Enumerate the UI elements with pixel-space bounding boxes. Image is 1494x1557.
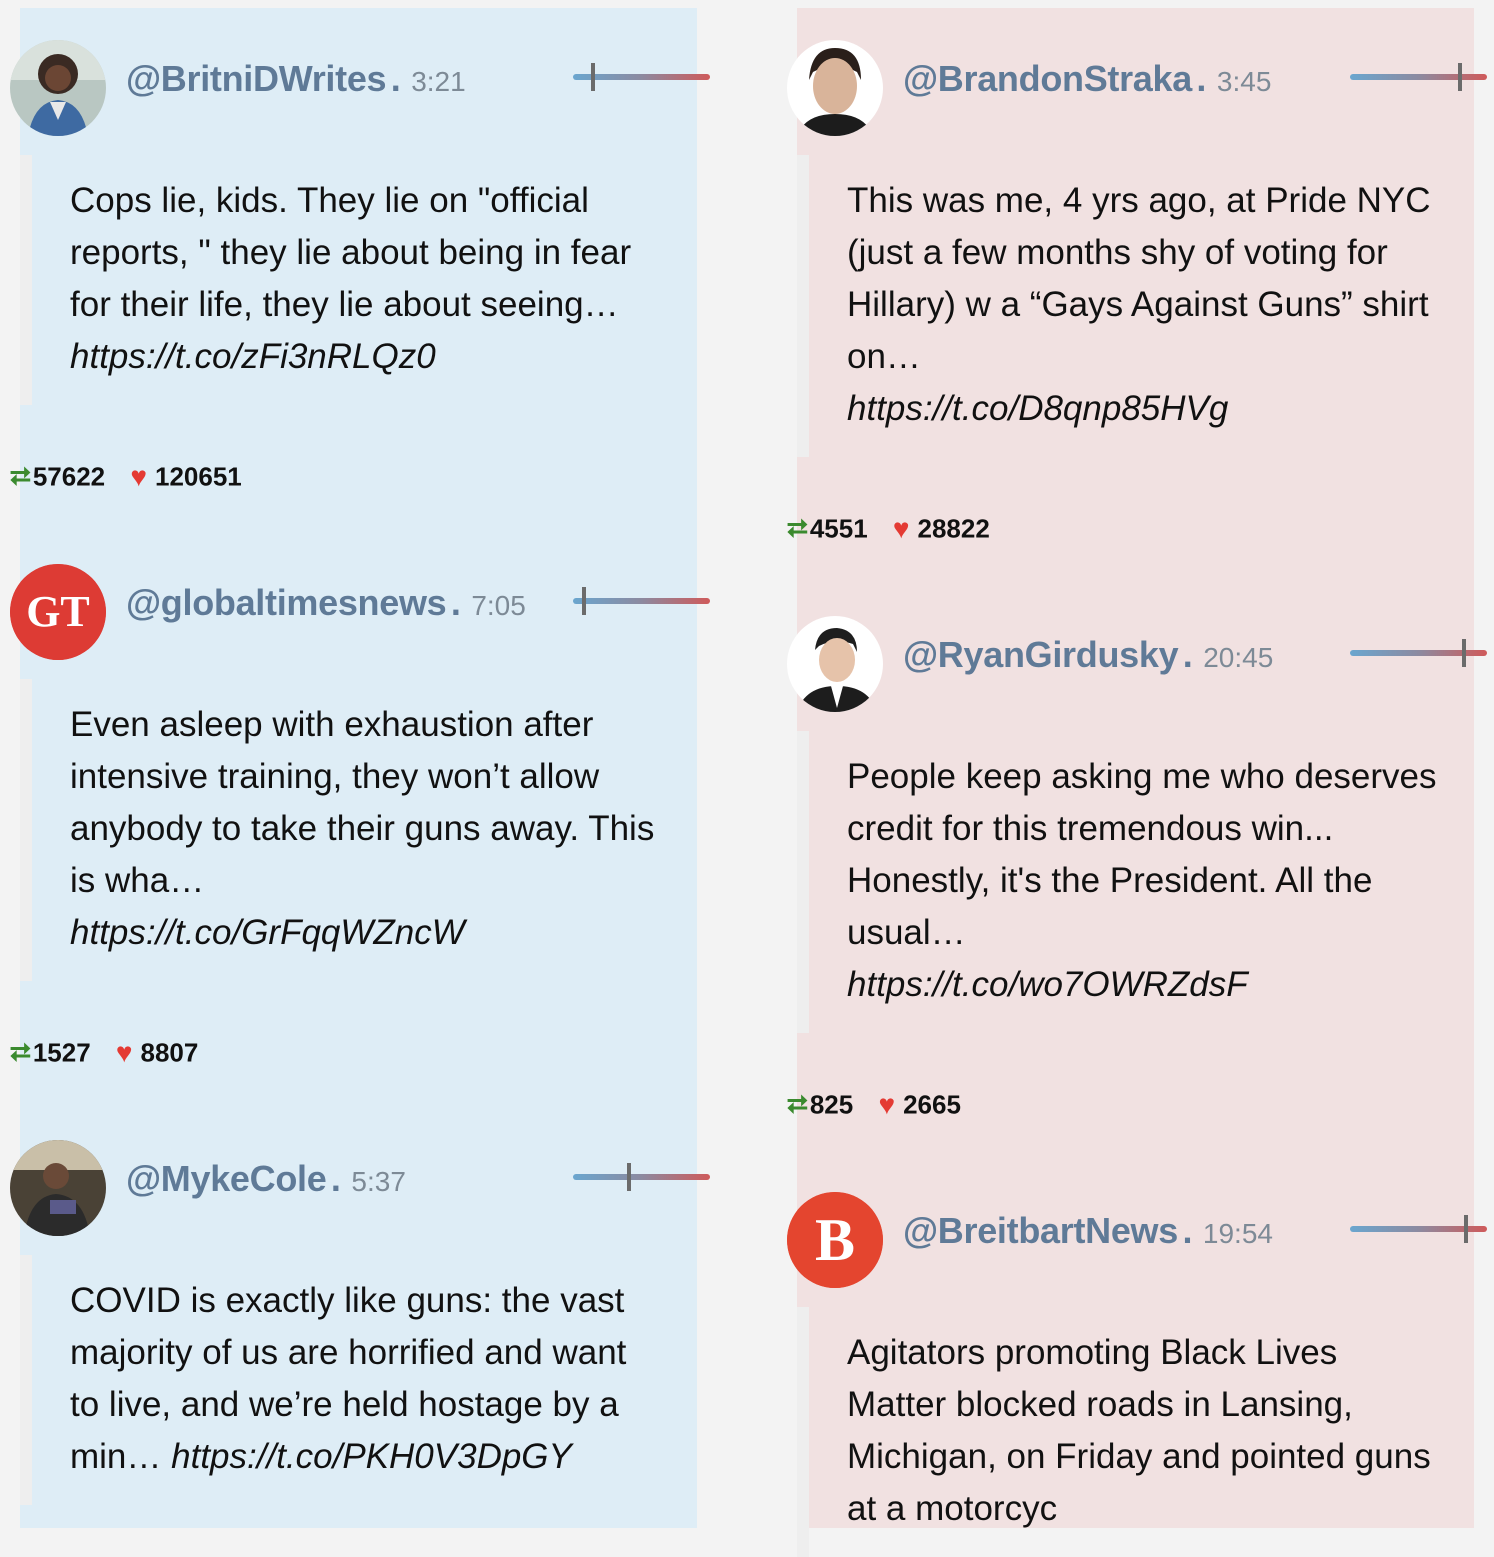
user-handle[interactable]: @BritniDWrites xyxy=(126,58,387,99)
tweet-text-block: This was me, 4 yrs ago, at Pride NYC (ju… xyxy=(797,155,1437,457)
separator-dot: . xyxy=(1182,634,1193,675)
tweet-text: Cops lie, kids. They lie on "official re… xyxy=(70,181,632,324)
tweet-time: 5:37 xyxy=(351,1166,406,1197)
retweet-count: 4551 xyxy=(809,513,868,544)
lean-marker xyxy=(1458,63,1462,91)
tweet-time: 3:45 xyxy=(1216,66,1272,97)
avatar[interactable] xyxy=(787,40,883,136)
heart-icon[interactable]: ♥ xyxy=(116,1037,133,1068)
tweet-link[interactable]: https://t.co/GrFqqWZncW xyxy=(70,913,465,952)
retweet-count: 57622 xyxy=(32,461,106,492)
tweet-text-block: Cops lie, kids. They lie on "official re… xyxy=(20,155,660,405)
tweet-text-block: Even asleep with exhaustion after intens… xyxy=(20,679,660,981)
tweet-time: 3:21 xyxy=(411,66,466,97)
retweet-icon[interactable]: ⮂ xyxy=(787,513,808,543)
tweet-text: This was me, 4 yrs ago, at Pride NYC (ju… xyxy=(847,181,1431,376)
tweet-time: 20:45 xyxy=(1203,642,1274,673)
tweet-stats: ⮂1527 ♥ 8807 xyxy=(10,1036,198,1069)
tweet-header: @globaltimesnews . 7:05 xyxy=(126,582,526,624)
user-handle[interactable]: @MykeCole xyxy=(126,1158,327,1199)
lean-slider xyxy=(1350,63,1487,91)
separator-dot: . xyxy=(330,1158,341,1199)
heart-icon[interactable]: ♥ xyxy=(878,1089,895,1120)
avatar[interactable] xyxy=(10,40,106,136)
tweet-header: @BrandonStraka . 3:45 xyxy=(903,58,1271,100)
tweet-stats: ⮂825 ♥ 2665 xyxy=(787,1088,961,1121)
retweet-icon[interactable]: ⮂ xyxy=(10,461,31,491)
separator-dot: . xyxy=(390,58,401,99)
lean-slider xyxy=(573,63,710,91)
lean-marker xyxy=(582,587,586,615)
separator-dot: . xyxy=(1182,1210,1193,1251)
tweet-text-block: People keep asking me who deserves credi… xyxy=(797,731,1437,1033)
user-handle[interactable]: @BreitbartNews xyxy=(903,1210,1178,1251)
tweet-link[interactable]: https://t.co/D8qnp85HVg xyxy=(847,389,1228,428)
lean-slider xyxy=(1350,1215,1487,1243)
like-count: 2665 xyxy=(903,1089,961,1120)
retweet-count: 1527 xyxy=(32,1037,91,1068)
lean-slider xyxy=(1350,639,1487,667)
heart-icon[interactable]: ♥ xyxy=(130,461,147,492)
breitbart-logo-icon: B xyxy=(787,1192,883,1288)
tweet-time: 7:05 xyxy=(471,590,526,621)
tweet-stats: ⮂4551 ♥ 28822 xyxy=(787,512,990,545)
tweet-stats: ⮂57622 ♥ 120651 xyxy=(10,460,242,493)
heart-icon[interactable]: ♥ xyxy=(893,513,910,544)
separator-dot: . xyxy=(1196,58,1207,99)
separator-dot: . xyxy=(450,582,461,623)
like-count: 8807 xyxy=(140,1037,199,1068)
lean-marker xyxy=(1462,639,1466,667)
person-photo-icon xyxy=(787,616,883,712)
avatar[interactable] xyxy=(10,1140,106,1236)
lean-marker xyxy=(627,1163,631,1191)
person-photo-icon xyxy=(787,40,883,136)
user-handle[interactable]: @RyanGirdusky xyxy=(903,634,1179,675)
tweet-text-block: COVID is exactly like guns: the vast maj… xyxy=(20,1255,660,1505)
lean-marker xyxy=(591,63,595,91)
lean-marker xyxy=(1464,1215,1468,1243)
avatar[interactable] xyxy=(787,616,883,712)
retweet-icon[interactable]: ⮂ xyxy=(787,1089,808,1119)
lean-slider xyxy=(573,587,710,615)
like-count: 28822 xyxy=(917,513,990,544)
tweet-link[interactable]: https://t.co/zFi3nRLQz0 xyxy=(70,337,436,376)
retweet-icon[interactable]: ⮂ xyxy=(10,1037,31,1067)
tweet-header: @BritniDWrites . 3:21 xyxy=(126,58,466,100)
tweet-text: People keep asking me who deserves credi… xyxy=(847,757,1437,952)
lean-slider xyxy=(573,1163,710,1191)
person-photo-icon xyxy=(10,1140,106,1236)
person-photo-icon xyxy=(10,40,106,136)
breitbart-logo-text: B xyxy=(815,1207,855,1273)
tweet-link[interactable]: https://t.co/PKH0V3DpGY xyxy=(171,1437,572,1476)
tweet-text: Agitators promoting Black Lives Matter b… xyxy=(847,1333,1431,1528)
gt-logo-text: GT xyxy=(26,587,90,636)
user-handle[interactable]: @BrandonStraka xyxy=(903,58,1192,99)
tweet-text-block: Agitators promoting Black Lives Matter b… xyxy=(797,1307,1437,1557)
tweet-header: @MykeCole . 5:37 xyxy=(126,1158,406,1200)
like-count: 120651 xyxy=(154,461,242,492)
tweet-link[interactable]: https://t.co/wo7OWRZdsF xyxy=(847,965,1248,1004)
gt-logo-icon: GT xyxy=(10,564,106,660)
avatar[interactable]: B xyxy=(787,1192,883,1288)
retweet-count: 825 xyxy=(809,1089,854,1120)
user-handle[interactable]: @globaltimesnews xyxy=(126,582,447,623)
tweet-header: @BreitbartNews . 19:54 xyxy=(903,1210,1273,1252)
tweet-time: 19:54 xyxy=(1202,1218,1273,1249)
tweet-header: @RyanGirdusky . 20:45 xyxy=(903,634,1273,676)
avatar[interactable]: GT xyxy=(10,564,106,660)
tweet-text: Even asleep with exhaustion after intens… xyxy=(70,705,655,900)
